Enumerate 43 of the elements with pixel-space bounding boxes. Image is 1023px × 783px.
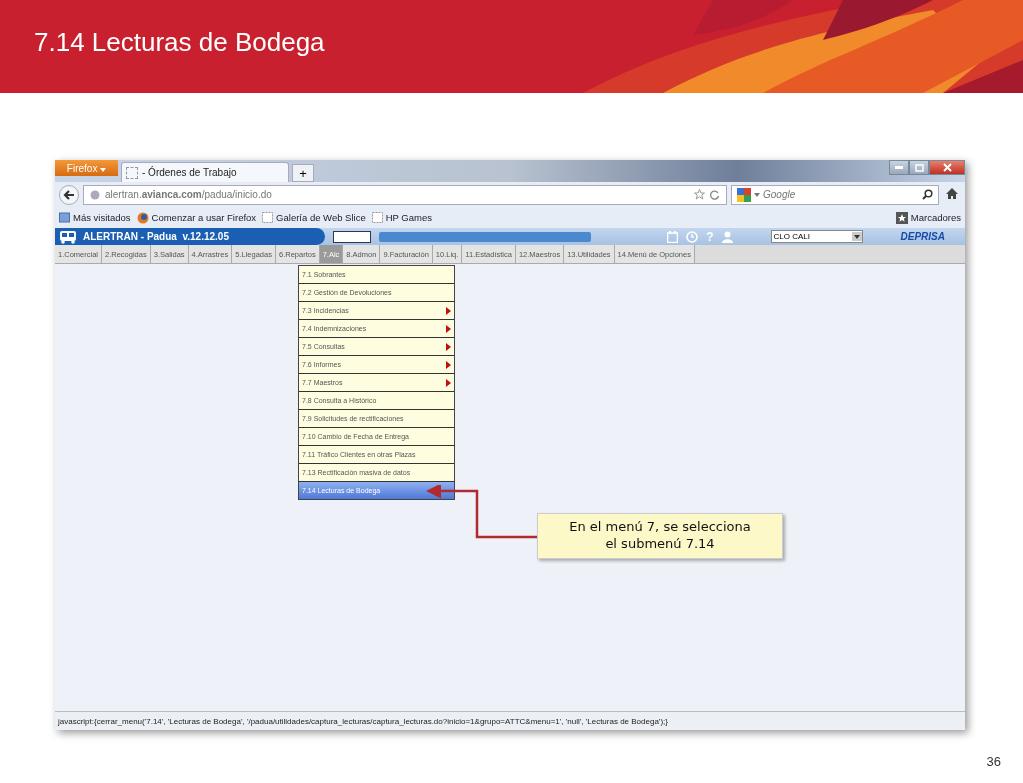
bookmark-folder-icon: [59, 212, 70, 223]
page-icon: [126, 166, 138, 179]
search-icon: [922, 189, 933, 200]
page-icon: [262, 212, 274, 223]
firefox-logo-icon: [136, 211, 149, 224]
star-icon: [694, 189, 705, 200]
close-icon: [942, 163, 952, 172]
bookmark-link[interactable]: HP Games: [371, 212, 432, 223]
back-arrow-icon: [63, 188, 75, 201]
brand-logo: DEPRISA: [900, 231, 945, 242]
bookmarks-menu[interactable]: Marcadores: [895, 211, 961, 224]
back-button[interactable]: [59, 184, 79, 205]
maximize-button[interactable]: [909, 160, 929, 175]
tab-title: - Órdenes de Trabajo: [142, 167, 237, 178]
caret-icon: [100, 167, 107, 172]
address-bar[interactable]: alertran.avianca.com/padua/inicio.do: [83, 184, 727, 205]
bookmark-link[interactable]: Galería de Web Slice: [262, 212, 366, 223]
minimize-icon: [895, 166, 903, 169]
status-text: javascript:{cerrar_menu('7.14', 'Lecturas de Bodega', '/padua/utilidades/captura_lecturas/captura_lecturas.do?inicio=1&grupo=ATTC&menu=1', 'null', 'Lecturas de Bodega');}: [58, 716, 668, 726]
minimize-button[interactable]: [889, 160, 909, 175]
slide-title: 7.14 Lecturas de Bodega: [33, 27, 325, 58]
office-select[interactable]: CLO CALI: [770, 230, 863, 243]
dropdown-caret-icon: [853, 234, 860, 239]
bookmarks-star-icon: [895, 211, 908, 224]
page-number: 36: [986, 754, 1001, 769]
bookmark-link[interactable]: Más visitados: [59, 212, 131, 223]
page-icon: [371, 212, 383, 223]
reload-icon: [710, 189, 720, 200]
calendar-icon: [667, 230, 679, 243]
user-icon: [721, 230, 733, 243]
close-button[interactable]: [929, 160, 965, 175]
callout-note: En el menú 7, se selecciona el submenú 7.14: [537, 513, 783, 559]
caret-icon: [754, 192, 760, 197]
browser-tab[interactable]: - Órdenes de Trabajo: [121, 162, 289, 182]
maximize-icon: [914, 163, 924, 172]
text-input[interactable]: [333, 230, 371, 243]
search-field[interactable]: Google: [731, 184, 939, 205]
google-icon: [737, 187, 751, 202]
bookmark-link[interactable]: Comenzar a usar Firefox: [136, 211, 257, 224]
app-title: ALERTRAN - Padua v.12.12.05: [83, 231, 229, 242]
new-tab-button[interactable]: +: [292, 164, 314, 182]
clock-icon: [686, 230, 699, 243]
home-icon: [946, 188, 958, 199]
